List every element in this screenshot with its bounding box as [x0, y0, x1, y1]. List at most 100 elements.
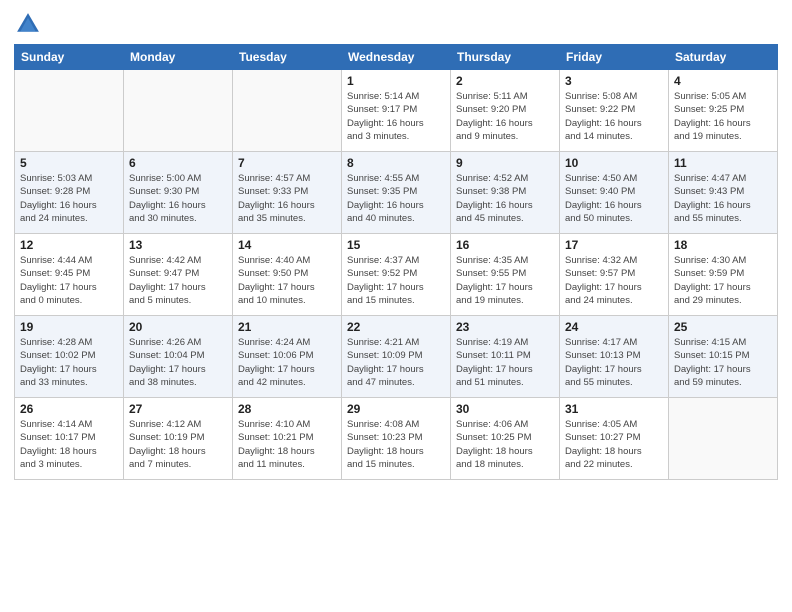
day-number: 8: [347, 156, 445, 170]
logo-icon: [14, 10, 42, 38]
day-number: 2: [456, 74, 554, 88]
col-header-thursday: Thursday: [451, 45, 560, 70]
calendar-cell: 16 Sunrise: 4:35 AM Sunset: 9:55 PM Dayli…: [451, 234, 560, 316]
day-number: 14: [238, 238, 336, 252]
calendar-cell: 1Sunrise: 5:14 AM Sunset: 9:17 PM Daylig…: [342, 70, 451, 152]
day-number: 11: [674, 156, 772, 170]
day-info: Sunrise: 4:08 AM Sunset: 10:23 PM Daylig…: [347, 418, 445, 471]
day-number: 22: [347, 320, 445, 334]
calendar-cell: 8 Sunrise: 4:55 AM Sunset: 9:35 PM Daylig…: [342, 152, 451, 234]
day-info: Sunrise: 5:05 AM Sunset: 9:25 PM Dayligh…: [674, 90, 772, 143]
calendar-cell: 19 Sunrise: 4:28 AM Sunset: 10:02 PM Dayl…: [15, 316, 124, 398]
calendar-cell: 17 Sunrise: 4:32 AM Sunset: 9:57 PM Dayli…: [560, 234, 669, 316]
calendar-cell: 30 Sunrise: 4:06 AM Sunset: 10:25 PM Dayl…: [451, 398, 560, 480]
calendar-cell: 25 Sunrise: 4:15 AM Sunset: 10:15 PM Dayl…: [669, 316, 778, 398]
day-number: 31: [565, 402, 663, 416]
day-info: Sunrise: 4:12 AM Sunset: 10:19 PM Daylig…: [129, 418, 227, 471]
day-info: Sunrise: 4:21 AM Sunset: 10:09 PM Daylig…: [347, 336, 445, 389]
calendar-cell: 3 Sunrise: 5:08 AM Sunset: 9:22 PM Daylig…: [560, 70, 669, 152]
day-info: Sunrise: 4:19 AM Sunset: 10:11 PM Daylig…: [456, 336, 554, 389]
day-info: Sunrise: 4:52 AM Sunset: 9:38 PM Dayligh…: [456, 172, 554, 225]
day-info: Sunrise: 4:37 AM Sunset: 9:52 PM Dayligh…: [347, 254, 445, 307]
day-info: Sunrise: 5:03 AM Sunset: 9:28 PM Dayligh…: [20, 172, 118, 225]
calendar-cell: [124, 70, 233, 152]
day-info: Sunrise: 4:05 AM Sunset: 10:27 PM Daylig…: [565, 418, 663, 471]
calendar-cell: [669, 398, 778, 480]
calendar-cell: [15, 70, 124, 152]
day-number: 5: [20, 156, 118, 170]
day-info: Sunrise: 4:10 AM Sunset: 10:21 PM Daylig…: [238, 418, 336, 471]
calendar-cell: 23 Sunrise: 4:19 AM Sunset: 10:11 PM Dayl…: [451, 316, 560, 398]
calendar-week-row: 19 Sunrise: 4:28 AM Sunset: 10:02 PM Dayl…: [15, 316, 778, 398]
calendar-week-row: 26 Sunrise: 4:14 AM Sunset: 10:17 PM Dayl…: [15, 398, 778, 480]
day-info: Sunrise: 4:47 AM Sunset: 9:43 PM Dayligh…: [674, 172, 772, 225]
day-number: 17: [565, 238, 663, 252]
day-info: Sunrise: 4:17 AM Sunset: 10:13 PM Daylig…: [565, 336, 663, 389]
day-number: 24: [565, 320, 663, 334]
col-header-wednesday: Wednesday: [342, 45, 451, 70]
day-number: 10: [565, 156, 663, 170]
calendar-cell: 11 Sunrise: 4:47 AM Sunset: 9:43 PM Dayli…: [669, 152, 778, 234]
day-number: 19: [20, 320, 118, 334]
calendar-cell: 12Sunrise: 4:44 AM Sunset: 9:45 PM Dayli…: [15, 234, 124, 316]
calendar-cell: 21 Sunrise: 4:24 AM Sunset: 10:06 PM Dayl…: [233, 316, 342, 398]
calendar-cell: 4 Sunrise: 5:05 AM Sunset: 9:25 PM Daylig…: [669, 70, 778, 152]
logo: [14, 10, 46, 38]
calendar-cell: 24 Sunrise: 4:17 AM Sunset: 10:13 PM Dayl…: [560, 316, 669, 398]
calendar-week-row: 5 Sunrise: 5:03 AM Sunset: 9:28 PM Daylig…: [15, 152, 778, 234]
day-number: 27: [129, 402, 227, 416]
day-number: 4: [674, 74, 772, 88]
day-info: Sunrise: 4:50 AM Sunset: 9:40 PM Dayligh…: [565, 172, 663, 225]
day-info: Sunrise: 4:44 AM Sunset: 9:45 PM Dayligh…: [20, 254, 118, 307]
day-number: 3: [565, 74, 663, 88]
calendar-cell: 7 Sunrise: 4:57 AM Sunset: 9:33 PM Daylig…: [233, 152, 342, 234]
day-number: 9: [456, 156, 554, 170]
day-number: 15: [347, 238, 445, 252]
day-info: Sunrise: 4:42 AM Sunset: 9:47 PM Dayligh…: [129, 254, 227, 307]
day-info: Sunrise: 4:28 AM Sunset: 10:02 PM Daylig…: [20, 336, 118, 389]
day-number: 30: [456, 402, 554, 416]
day-info: Sunrise: 4:14 AM Sunset: 10:17 PM Daylig…: [20, 418, 118, 471]
day-number: 26: [20, 402, 118, 416]
day-info: Sunrise: 4:57 AM Sunset: 9:33 PM Dayligh…: [238, 172, 336, 225]
calendar-cell: 26 Sunrise: 4:14 AM Sunset: 10:17 PM Dayl…: [15, 398, 124, 480]
calendar-cell: 18 Sunrise: 4:30 AM Sunset: 9:59 PM Dayli…: [669, 234, 778, 316]
calendar-table: SundayMondayTuesdayWednesdayThursdayFrid…: [14, 44, 778, 480]
day-info: Sunrise: 4:15 AM Sunset: 10:15 PM Daylig…: [674, 336, 772, 389]
day-info: Sunrise: 5:00 AM Sunset: 9:30 PM Dayligh…: [129, 172, 227, 225]
day-info: Sunrise: 4:32 AM Sunset: 9:57 PM Dayligh…: [565, 254, 663, 307]
day-number: 21: [238, 320, 336, 334]
calendar-cell: 14 Sunrise: 4:40 AM Sunset: 9:50 PM Dayli…: [233, 234, 342, 316]
page: SundayMondayTuesdayWednesdayThursdayFrid…: [0, 0, 792, 612]
col-header-tuesday: Tuesday: [233, 45, 342, 70]
day-number: 25: [674, 320, 772, 334]
day-number: 23: [456, 320, 554, 334]
day-number: 20: [129, 320, 227, 334]
day-number: 28: [238, 402, 336, 416]
day-info: Sunrise: 4:40 AM Sunset: 9:50 PM Dayligh…: [238, 254, 336, 307]
calendar-cell: 15 Sunrise: 4:37 AM Sunset: 9:52 PM Dayli…: [342, 234, 451, 316]
col-header-friday: Friday: [560, 45, 669, 70]
day-number: 7: [238, 156, 336, 170]
day-info: Sunrise: 4:35 AM Sunset: 9:55 PM Dayligh…: [456, 254, 554, 307]
calendar-week-row: 1Sunrise: 5:14 AM Sunset: 9:17 PM Daylig…: [15, 70, 778, 152]
day-number: 18: [674, 238, 772, 252]
day-number: 29: [347, 402, 445, 416]
day-info: Sunrise: 4:30 AM Sunset: 9:59 PM Dayligh…: [674, 254, 772, 307]
day-info: Sunrise: 4:55 AM Sunset: 9:35 PM Dayligh…: [347, 172, 445, 225]
col-header-monday: Monday: [124, 45, 233, 70]
day-info: Sunrise: 4:06 AM Sunset: 10:25 PM Daylig…: [456, 418, 554, 471]
day-info: Sunrise: 5:11 AM Sunset: 9:20 PM Dayligh…: [456, 90, 554, 143]
col-header-sunday: Sunday: [15, 45, 124, 70]
calendar-cell: 31 Sunrise: 4:05 AM Sunset: 10:27 PM Dayl…: [560, 398, 669, 480]
day-number: 13: [129, 238, 227, 252]
calendar-cell: 13 Sunrise: 4:42 AM Sunset: 9:47 PM Dayli…: [124, 234, 233, 316]
calendar-cell: 20Sunrise: 4:26 AM Sunset: 10:04 PM Dayl…: [124, 316, 233, 398]
day-number: 16: [456, 238, 554, 252]
calendar-cell: 22 Sunrise: 4:21 AM Sunset: 10:09 PM Dayl…: [342, 316, 451, 398]
day-info: Sunrise: 4:24 AM Sunset: 10:06 PM Daylig…: [238, 336, 336, 389]
calendar-cell: 27 Sunrise: 4:12 AM Sunset: 10:19 PM Dayl…: [124, 398, 233, 480]
calendar-cell: 6Sunrise: 5:00 AM Sunset: 9:30 PM Daylig…: [124, 152, 233, 234]
day-info: Sunrise: 5:08 AM Sunset: 9:22 PM Dayligh…: [565, 90, 663, 143]
calendar-cell: 5 Sunrise: 5:03 AM Sunset: 9:28 PM Daylig…: [15, 152, 124, 234]
